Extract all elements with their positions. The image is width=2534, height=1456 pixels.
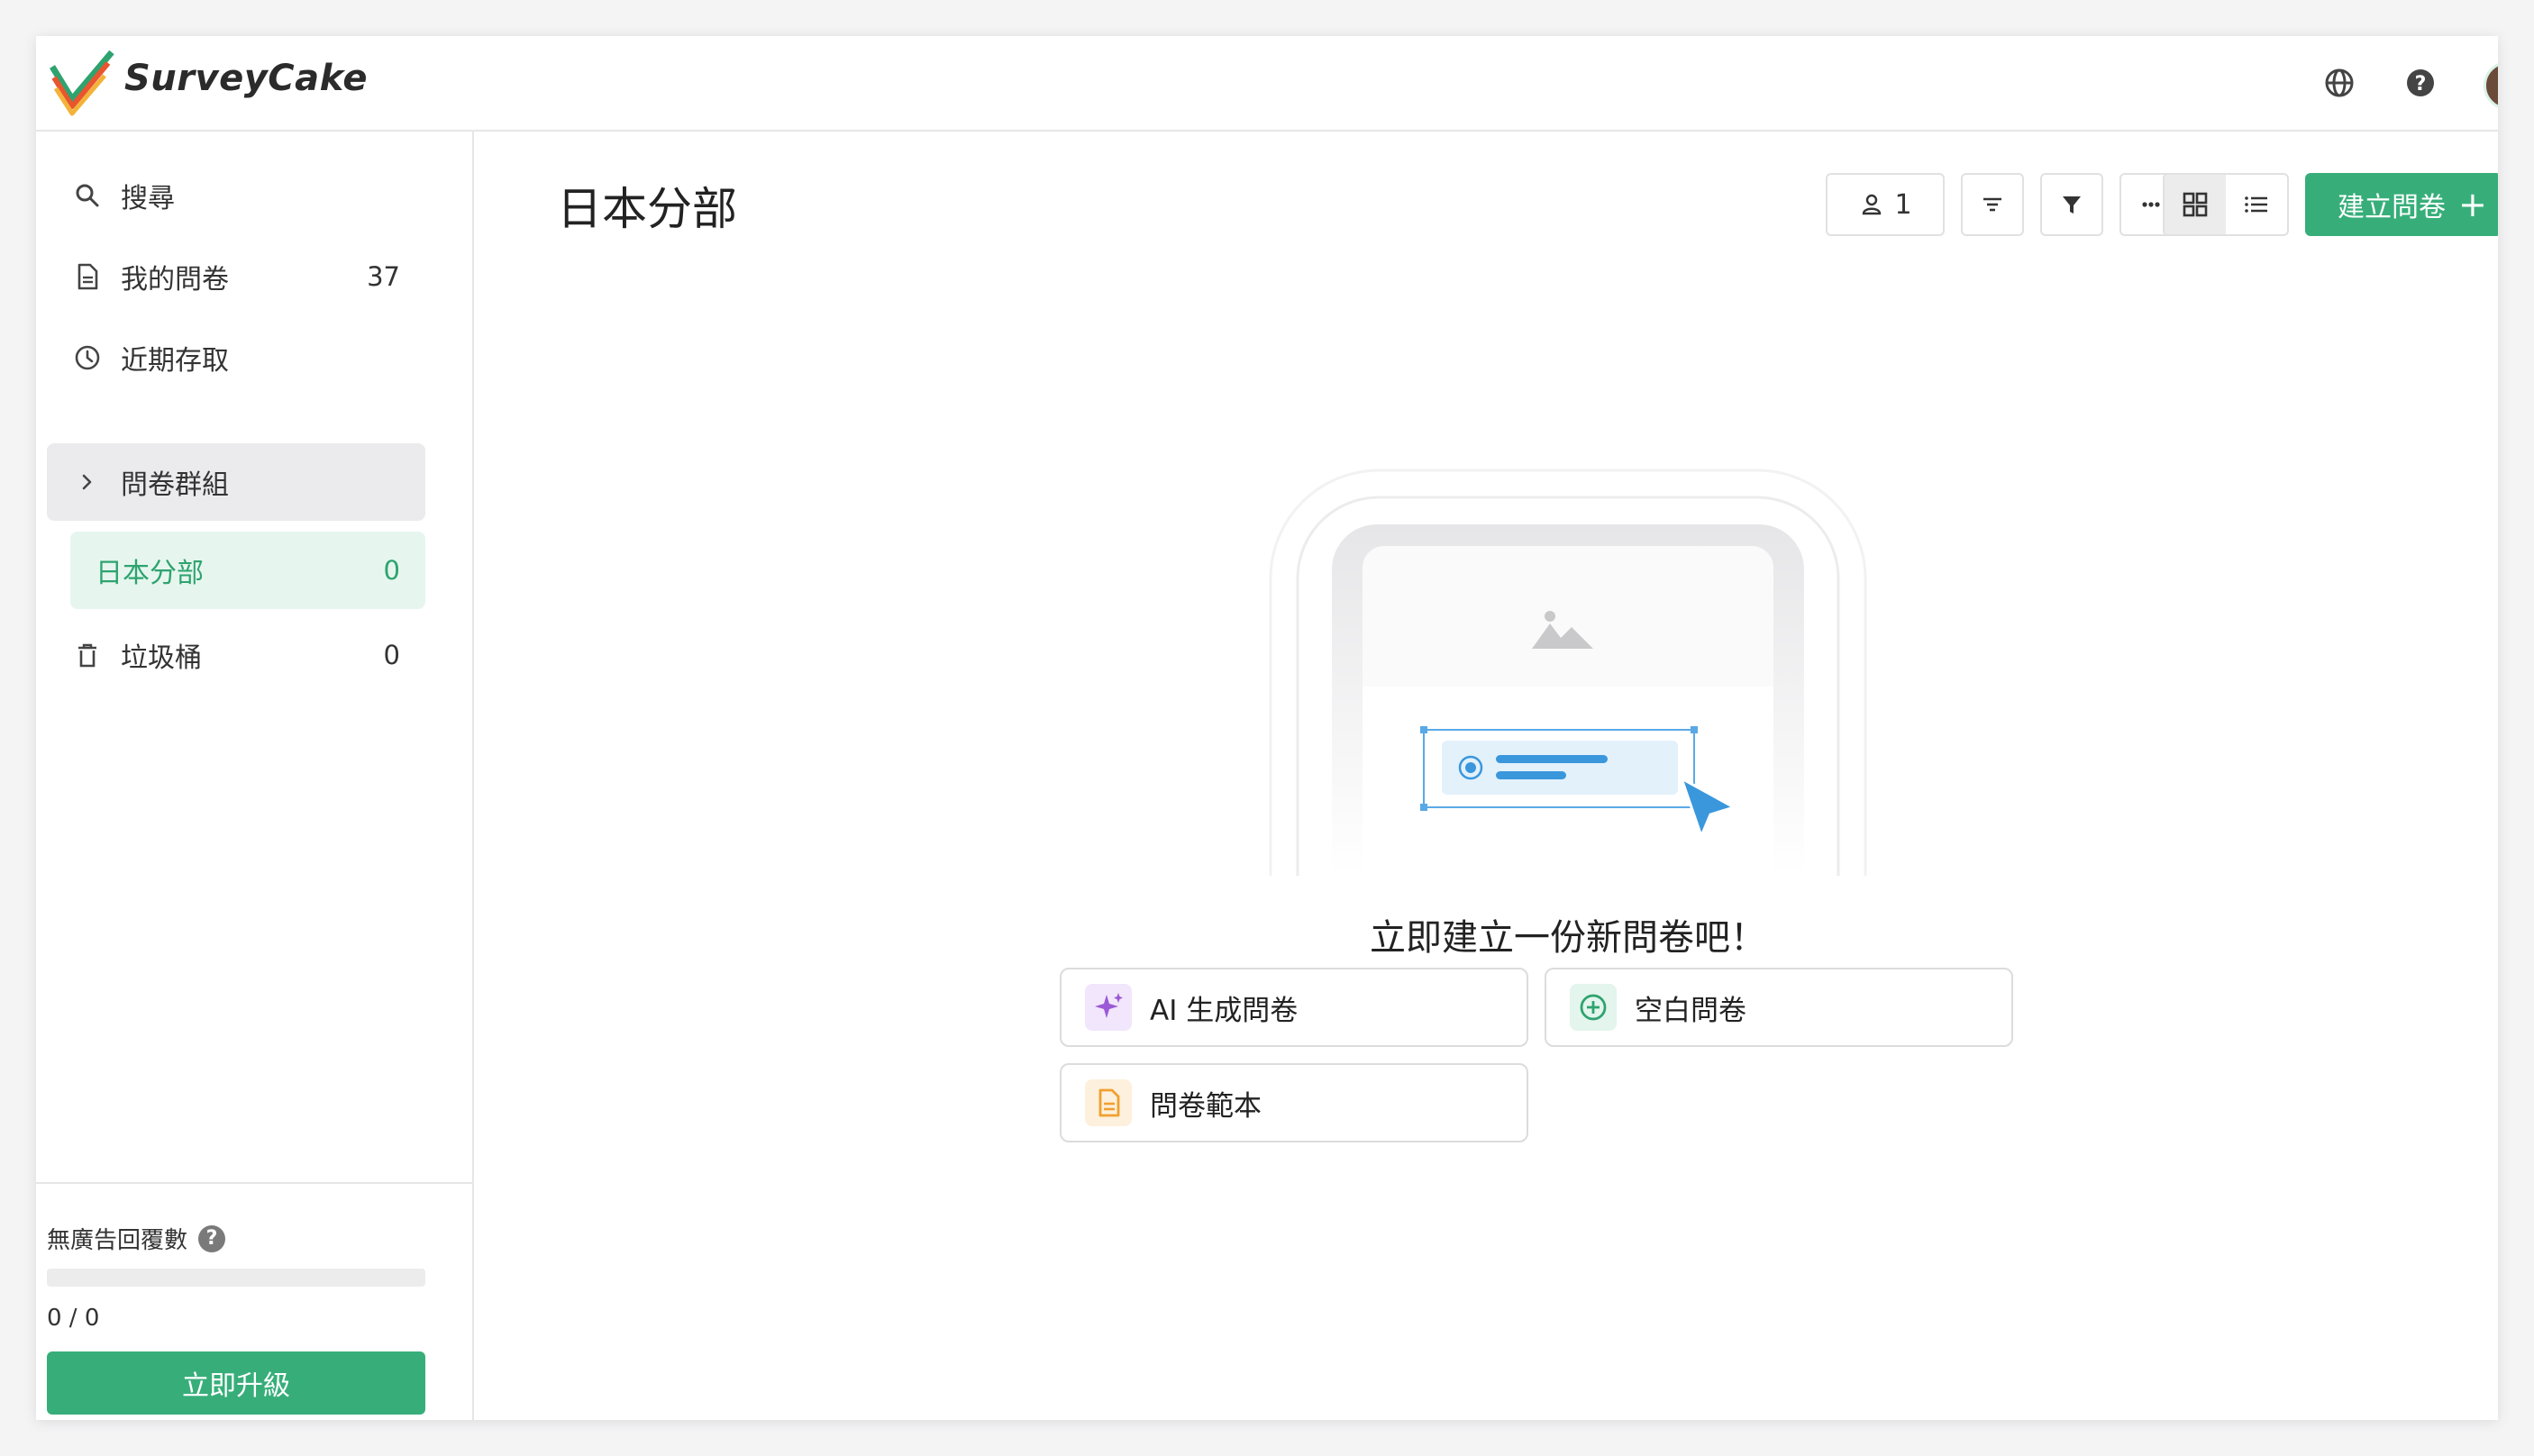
create-survey-label: 建立問卷 [2338,192,2446,223]
person-icon [1863,194,1882,215]
blank-survey-option[interactable]: 空白問卷 [1545,968,2013,1047]
sort-button[interactable] [1961,173,2024,236]
sidebar-item-my-surveys[interactable]: 我的問卷 37 [47,238,425,315]
top-bar: SurveyCake ? [36,36,2498,132]
clock-icon [75,345,100,370]
list-icon [2245,196,2267,213]
quota-value: 0 / 0 [47,1305,100,1332]
sidebar-item-label: 日本分部 [96,558,204,589]
brand-name: SurveyCake [124,58,368,99]
members-count: 1 [1894,188,1912,221]
quota-title-row: 無廣告回覆數 ? [47,1222,226,1255]
sidebar-item-label: 近期存取 [121,345,229,377]
quota-progress-bar [47,1269,425,1287]
option-label: 問卷範本 [1150,1089,1262,1123]
page-title: 日本分部 [557,183,737,235]
sidebar-item-label: 問卷群組 [121,469,229,501]
sidebar-item-count: 37 [367,261,400,292]
sidebar-item-count: 0 [383,640,400,670]
app-window: SurveyCake ? 搜尋 我的問卷 37 近期存取 問卷群組 日本分部 0… [36,36,2498,1420]
list-view-button[interactable] [2226,175,2287,234]
survey-template-option[interactable]: 問卷範本 [1060,1063,1528,1142]
upgrade-button[interactable]: 立即升級 [47,1351,425,1415]
create-survey-button[interactable]: 建立問卷 + [2305,173,2498,236]
option-label: AI 生成問卷 [1150,994,1299,1027]
quota-title: 無廣告回覆數 [47,1227,188,1254]
sparkle-icon [1085,984,1132,1031]
view-toggle [2163,173,2289,236]
help-icon[interactable]: ? [2401,63,2440,103]
sidebar-item-trash[interactable]: 垃圾桶 0 [47,616,425,694]
filter-button[interactable] [2040,173,2103,236]
sidebar-item-search[interactable]: 搜尋 [47,157,425,234]
ai-generate-survey-option[interactable]: AI 生成問卷 [1060,968,1528,1047]
chevron-right-icon[interactable] [72,467,103,497]
template-icon [1085,1079,1132,1126]
sidebar-item-japan-branch[interactable]: 日本分部 0 [70,532,425,609]
globe-icon[interactable] [2320,63,2359,103]
sidebar-item-recent[interactable]: 近期存取 [47,319,425,396]
empty-state-illustration [1269,469,1867,876]
surveycake-logo[interactable] [45,47,117,119]
plus-icon: + [2458,185,2487,224]
plus-circle-icon [1570,984,1617,1031]
question-mark-icon[interactable]: ? [198,1224,226,1252]
grid-icon [2183,192,2208,217]
empty-state-title: 立即建立一份新問卷吧！ [1370,917,1766,959]
filter-icon [2063,196,2081,214]
members-button[interactable]: 1 [1826,173,1945,236]
trash-icon [78,643,96,668]
ellipsis-icon [2142,202,2160,207]
svg-text:?: ? [2415,73,2427,96]
sort-icon [1983,197,2001,212]
sidebar-item-label: 搜尋 [121,183,175,214]
user-avatar[interactable] [2484,61,2498,110]
sidebar: 搜尋 我的問卷 37 近期存取 問卷群組 日本分部 0 垃圾桶 0 無廣告回覆數… [36,132,474,1420]
grid-view-button[interactable] [2165,175,2226,234]
search-icon [76,184,99,207]
sidebar-item-survey-groups[interactable]: 問卷群組 [47,443,425,521]
option-label: 空白問卷 [1635,994,1746,1027]
sidebar-item-label: 垃圾桶 [121,642,202,674]
document-icon [77,263,98,290]
sidebar-item-label: 我的問卷 [121,264,229,296]
ad-free-quota: 無廣告回覆數 ? 0 / 0 立即升級 [36,1182,472,1420]
sidebar-item-count: 0 [383,555,400,586]
